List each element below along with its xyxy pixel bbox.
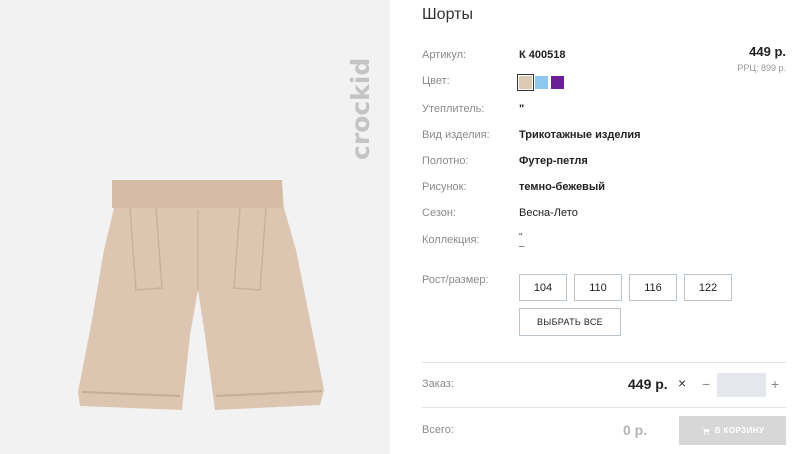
- product-photo[interactable]: crockid: [0, 0, 390, 454]
- quantity-input[interactable]: [717, 373, 766, 397]
- order-price: 449 р.: [628, 376, 668, 392]
- attr-label: Полотно:: [422, 155, 469, 167]
- total-value: 0 р.: [623, 422, 648, 438]
- brand-logo: crockid: [346, 18, 376, 163]
- size-options: 104 110 116 122: [519, 274, 732, 301]
- attr-label: Коллекция:: [422, 234, 480, 246]
- attr-label: Рисунок:: [422, 181, 467, 193]
- color-swatch-beige[interactable]: [517, 74, 534, 91]
- size-button-104[interactable]: 104: [519, 274, 567, 301]
- attr-value: темно-бежевый: [519, 181, 605, 193]
- increase-quantity-button[interactable]: +: [771, 376, 779, 392]
- attr-value: Трикотажные изделия: [519, 129, 641, 141]
- size-button-110[interactable]: 110: [574, 274, 622, 301]
- total-label: Всего:: [422, 424, 454, 436]
- order-label: Заказ:: [422, 378, 454, 390]
- collection-value: " –: [519, 233, 525, 252]
- add-to-cart-label: В КОРЗИНУ: [714, 426, 765, 435]
- divider: [422, 407, 786, 408]
- multiply-sign: ×: [678, 375, 687, 391]
- color-swatch-light-blue[interactable]: [535, 76, 548, 89]
- size-button-122[interactable]: 122: [684, 274, 732, 301]
- color-swatches: [517, 74, 564, 91]
- attr-value: К 400518: [519, 49, 566, 61]
- attr-value: ": [519, 103, 525, 115]
- attr-value: Весна-Лето: [519, 207, 578, 219]
- attr-label: Рост/размер:: [422, 274, 489, 286]
- shorts-image: [78, 180, 324, 410]
- add-to-cart-button[interactable]: В КОРЗИНУ: [679, 416, 786, 445]
- select-all-button[interactable]: ВЫБРАТЬ ВСЕ: [519, 308, 621, 336]
- collection-value-extra: –: [519, 241, 525, 252]
- recommended-price: РРЦ: 899 р.: [737, 63, 786, 73]
- product-title: Шорты: [422, 6, 473, 23]
- attr-value: Футер-петля: [519, 155, 588, 167]
- cart-icon: [701, 427, 710, 435]
- color-swatch-purple[interactable]: [551, 76, 564, 89]
- attr-label: Сезон:: [422, 207, 456, 219]
- svg-text:crockid: crockid: [346, 58, 375, 160]
- attr-label: Вид изделия:: [422, 129, 490, 141]
- divider: [422, 362, 786, 363]
- attr-label: Цвет:: [422, 75, 450, 87]
- decrease-quantity-button[interactable]: −: [702, 376, 710, 392]
- product-price: 449 р.: [749, 44, 786, 59]
- attr-label: Утеплитель:: [422, 103, 485, 115]
- attr-label: Артикул:: [422, 49, 467, 61]
- size-button-116[interactable]: 116: [629, 274, 677, 301]
